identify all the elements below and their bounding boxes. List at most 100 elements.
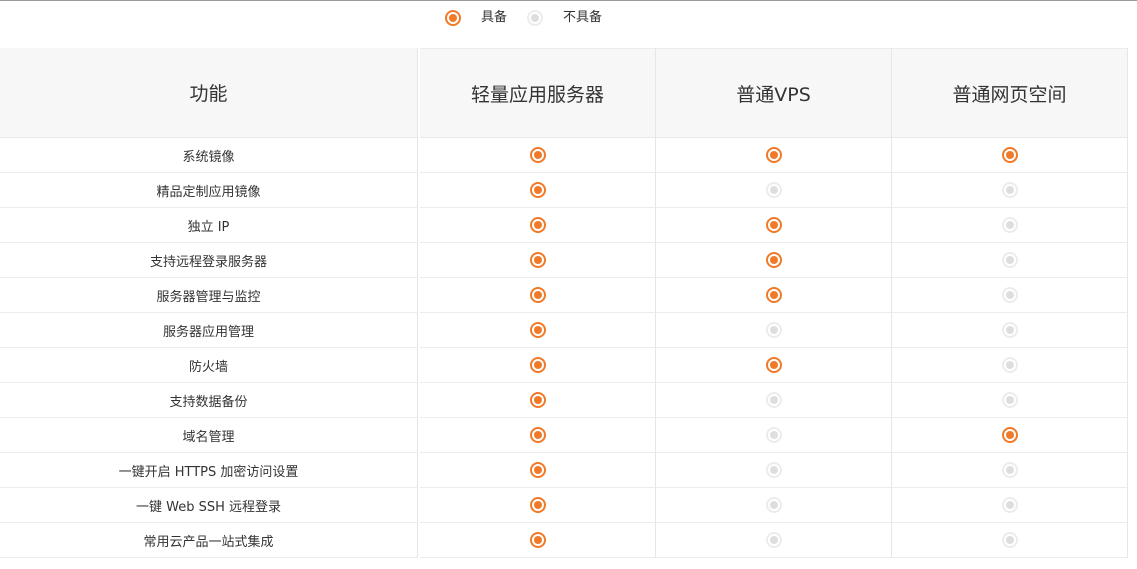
- status-cell: [420, 488, 656, 523]
- radio-checked-icon: [529, 427, 546, 443]
- status-cell: [892, 278, 1128, 313]
- status-cell: [420, 418, 656, 453]
- radio-checked-icon: [529, 287, 546, 303]
- table-row: 常用云产品一站式集成: [0, 523, 1128, 558]
- radio-unchecked-icon: [1001, 252, 1018, 268]
- table-row: 精品定制应用镜像: [0, 173, 1128, 208]
- status-cell: [656, 243, 892, 278]
- status-cell: [656, 383, 892, 418]
- radio-unchecked-icon: [765, 497, 782, 513]
- feature-label: 服务器管理与监控: [0, 278, 418, 313]
- radio-unchecked-icon: [1001, 462, 1018, 478]
- header-web-hosting: 普通网页空间: [892, 48, 1128, 138]
- feature-label: 一键 Web SSH 远程登录: [0, 488, 418, 523]
- feature-label: 系统镜像: [0, 138, 418, 173]
- radio-unchecked-icon: [1001, 182, 1018, 198]
- status-cell: [656, 418, 892, 453]
- radio-checked-icon: [529, 357, 546, 373]
- radio-unchecked-icon: [1001, 322, 1018, 338]
- radio-checked-icon: [1001, 427, 1018, 443]
- radio-unchecked-icon: [765, 532, 782, 548]
- legend: 具备 不具备: [445, 8, 602, 28]
- radio-checked-icon: [445, 10, 461, 26]
- radio-unchecked-icon: [765, 462, 782, 478]
- feature-label: 域名管理: [0, 418, 418, 453]
- status-cell: [892, 418, 1128, 453]
- radio-checked-icon: [529, 252, 546, 268]
- status-cell: [656, 488, 892, 523]
- comparison-table: 功能 轻量应用服务器 普通VPS 普通网页空间 系统镜像 精品定制应用镜像 独立 I…: [0, 48, 1128, 558]
- radio-checked-icon: [529, 322, 546, 338]
- radio-unchecked-icon: [1001, 532, 1018, 548]
- radio-checked-icon: [1001, 147, 1018, 163]
- status-cell: [892, 523, 1128, 558]
- header-vps: 普通VPS: [656, 48, 892, 138]
- status-cell: [656, 523, 892, 558]
- status-cell: [892, 173, 1128, 208]
- table-row: 服务器管理与监控: [0, 278, 1128, 313]
- status-cell: [656, 278, 892, 313]
- feature-label: 独立 IP: [0, 208, 418, 243]
- radio-unchecked-icon: [1001, 392, 1018, 408]
- legend-item-unavailable: 不具备: [527, 8, 602, 28]
- feature-label: 支持远程登录服务器: [0, 243, 418, 278]
- table-header-row: 功能 轻量应用服务器 普通VPS 普通网页空间: [0, 48, 1128, 138]
- status-cell: [656, 208, 892, 243]
- radio-checked-icon: [529, 392, 546, 408]
- status-cell: [420, 138, 656, 173]
- radio-checked-icon: [529, 497, 546, 513]
- status-cell: [420, 523, 656, 558]
- table-row: 支持数据备份: [0, 383, 1128, 418]
- feature-label: 一键开启 HTTPS 加密访问设置: [0, 453, 418, 488]
- status-cell: [420, 278, 656, 313]
- status-cell: [892, 383, 1128, 418]
- table-row: 支持远程登录服务器: [0, 243, 1128, 278]
- status-cell: [420, 243, 656, 278]
- status-cell: [420, 453, 656, 488]
- status-cell: [892, 313, 1128, 348]
- radio-unchecked-icon: [1001, 287, 1018, 303]
- table-row: 防火墙: [0, 348, 1128, 383]
- header-feature: 功能: [0, 48, 418, 138]
- radio-checked-icon: [765, 217, 782, 233]
- radio-unchecked-icon: [765, 182, 782, 198]
- status-cell: [656, 313, 892, 348]
- table-row: 独立 IP: [0, 208, 1128, 243]
- status-cell: [420, 313, 656, 348]
- radio-unchecked-icon: [527, 10, 544, 26]
- radio-checked-icon: [765, 357, 782, 373]
- radio-checked-icon: [529, 217, 546, 233]
- status-cell: [892, 453, 1128, 488]
- radio-unchecked-icon: [765, 322, 782, 338]
- feature-label: 服务器应用管理: [0, 313, 418, 348]
- legend-item-available: 具备: [445, 8, 507, 28]
- status-cell: [892, 348, 1128, 383]
- feature-label: 常用云产品一站式集成: [0, 523, 418, 558]
- feature-label: 精品定制应用镜像: [0, 173, 418, 208]
- radio-checked-icon: [529, 182, 546, 198]
- status-cell: [656, 453, 892, 488]
- radio-checked-icon: [529, 532, 546, 548]
- status-cell: [656, 138, 892, 173]
- status-cell: [892, 208, 1128, 243]
- top-divider: [0, 0, 1137, 1]
- radio-checked-icon: [765, 287, 782, 303]
- table-row: 服务器应用管理: [0, 313, 1128, 348]
- table-row: 系统镜像: [0, 138, 1128, 173]
- radio-unchecked-icon: [1001, 497, 1018, 513]
- radio-checked-icon: [529, 462, 546, 478]
- status-cell: [656, 348, 892, 383]
- radio-checked-icon: [529, 147, 546, 163]
- status-cell: [656, 173, 892, 208]
- radio-unchecked-icon: [765, 427, 782, 443]
- header-lightweight-server: 轻量应用服务器: [420, 48, 656, 138]
- radio-unchecked-icon: [765, 392, 782, 408]
- status-cell: [892, 243, 1128, 278]
- table-row: 一键 Web SSH 远程登录: [0, 488, 1128, 523]
- status-cell: [892, 488, 1128, 523]
- radio-checked-icon: [765, 147, 782, 163]
- status-cell: [420, 348, 656, 383]
- radio-unchecked-icon: [1001, 217, 1018, 233]
- radio-checked-icon: [765, 252, 782, 268]
- legend-label-unavailable: 不具备: [563, 10, 603, 25]
